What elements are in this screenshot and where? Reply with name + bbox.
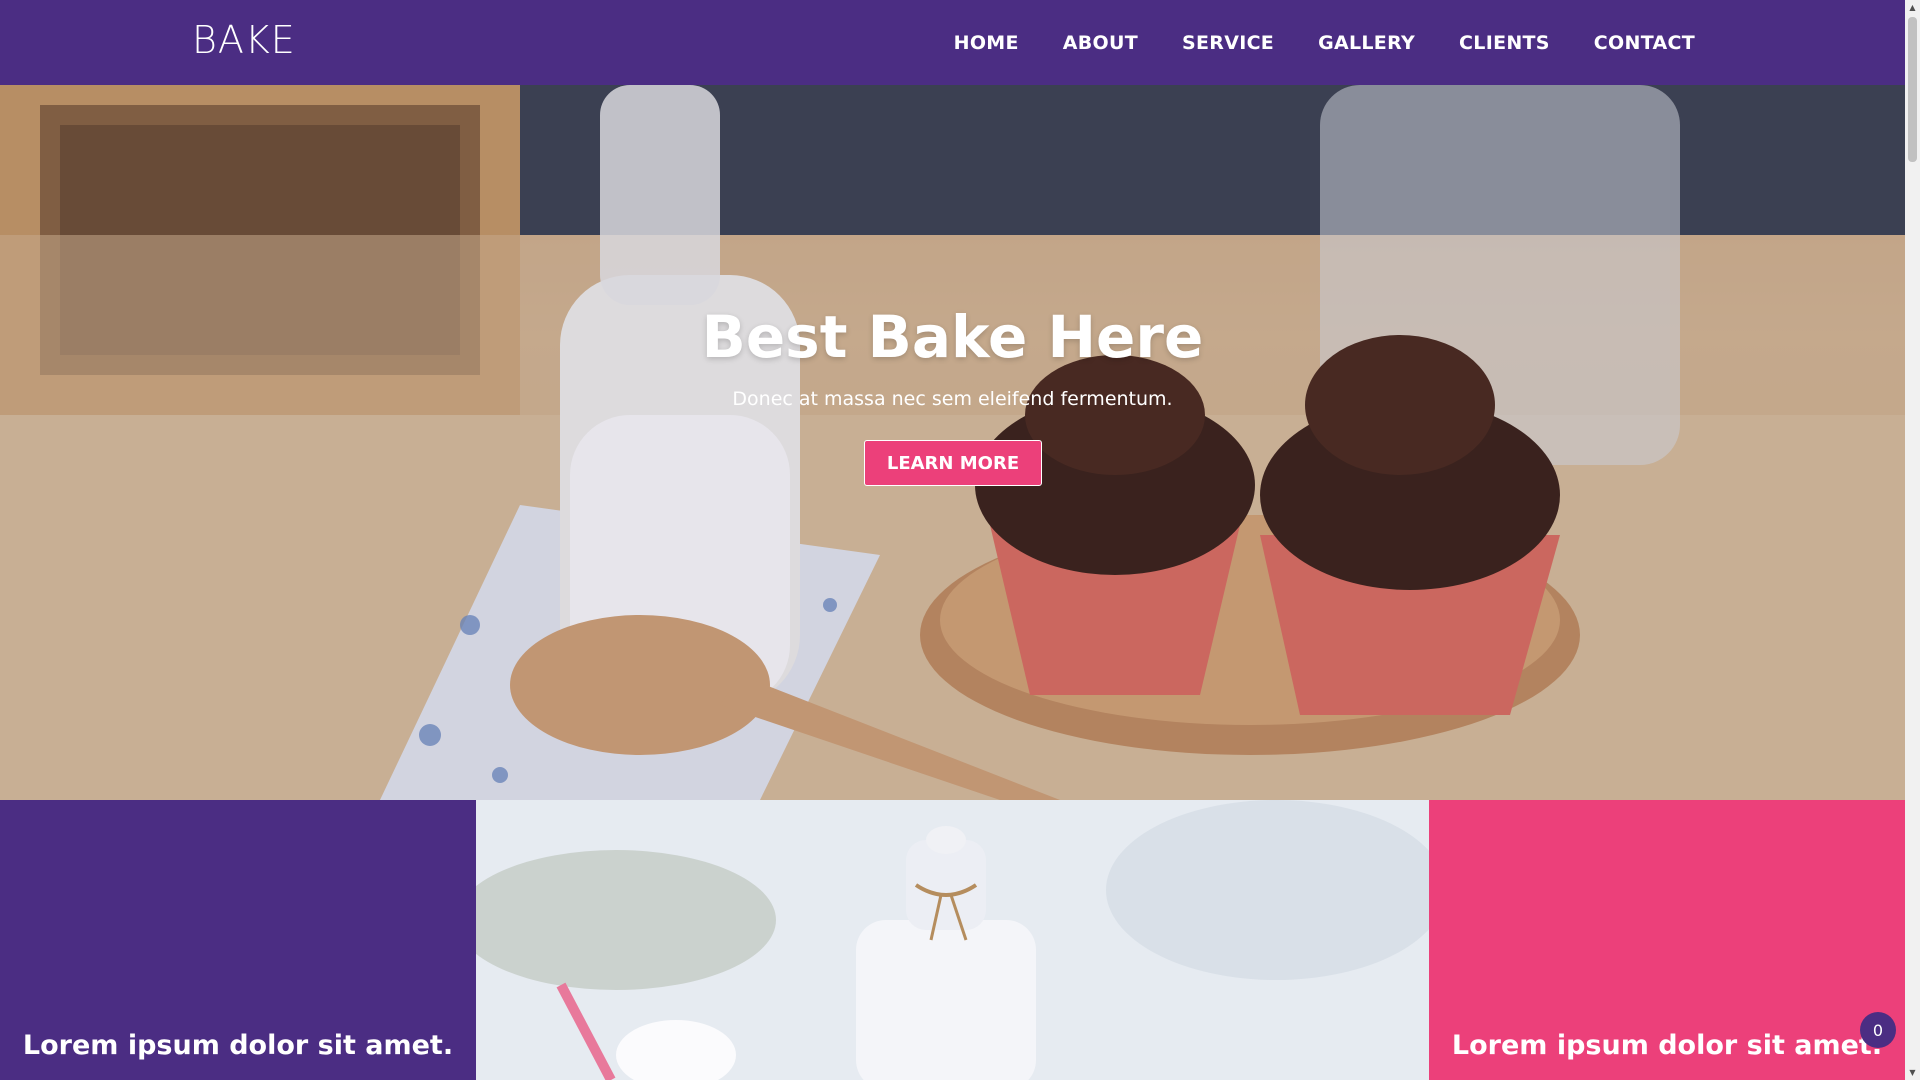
feature-image <box>476 800 1429 1080</box>
hero-content: Best Bake Here Donec at massa nec sem el… <box>0 85 1905 800</box>
feature-right-text: Lorem ipsum dolor sit amet. <box>1451 1030 1883 1061</box>
site-logo[interactable]: BAKE <box>192 18 296 62</box>
nav-gallery[interactable]: GALLERY <box>1318 32 1415 54</box>
scrollbar-thumb[interactable] <box>1908 17 1917 162</box>
nav-about[interactable]: ABOUT <box>1063 32 1138 54</box>
milk-bottle-photo <box>476 800 1429 1080</box>
feature-panel-left: Lorem ipsum dolor sit amet. <box>0 800 476 1080</box>
nav-home[interactable]: HOME <box>954 32 1019 54</box>
nav-clients[interactable]: CLIENTS <box>1459 32 1550 54</box>
triangle-up-icon[interactable]: ▲ <box>1905 0 1920 15</box>
nav-service[interactable]: SERVICE <box>1182 32 1274 54</box>
counter-badge[interactable]: 0 <box>1860 1012 1896 1048</box>
learn-more-button[interactable]: LEARN MORE <box>864 440 1042 486</box>
feature-left-text: Lorem ipsum dolor sit amet. <box>22 1030 454 1061</box>
hero-subtitle: Donec at massa nec sem eleifend fermentu… <box>732 388 1173 410</box>
hero-section: Best Bake Here Donec at massa nec sem el… <box>0 85 1905 800</box>
hero-title: Best Bake Here <box>701 303 1204 371</box>
triangle-down-icon[interactable]: ▼ <box>1905 1065 1920 1080</box>
main-nav: HOME ABOUT SERVICE GALLERY CLIENTS CONTA… <box>910 0 1695 85</box>
site-header: BAKE HOME ABOUT SERVICE GALLERY CLIENTS … <box>0 0 1905 85</box>
vertical-scrollbar[interactable]: ▲ ▼ <box>1905 0 1920 1080</box>
feature-panel-right: Lorem ipsum dolor sit amet. <box>1429 800 1905 1080</box>
nav-contact[interactable]: CONTACT <box>1594 32 1695 54</box>
